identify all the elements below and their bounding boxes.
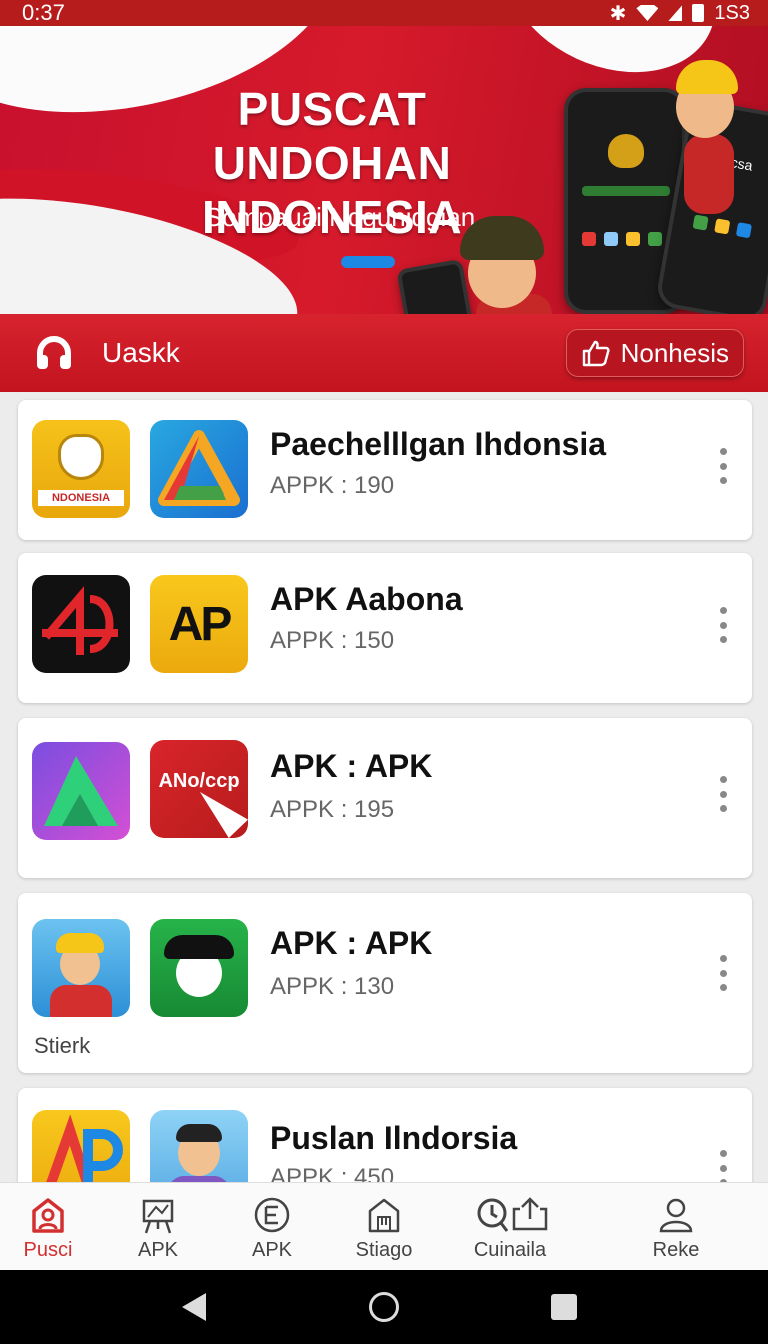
app-icon-purple[interactable] (32, 742, 130, 840)
banner-subtitle: Sompauai Ndgunidgian (204, 202, 476, 232)
nav-label: Pusci (23, 1239, 73, 1261)
app-icon-character[interactable] (32, 919, 130, 1017)
nav-label: Cuinaila (473, 1239, 547, 1261)
garuda-emblem-icon (58, 434, 104, 480)
more-options-icon[interactable] (716, 607, 730, 643)
bottom-navigation: Pusci APK APK Stiago Cuinaila Reke (0, 1182, 768, 1270)
app-subtitle: APPK : 130 (270, 973, 395, 1000)
app-icon-label: ANo/ccp (158, 770, 240, 792)
thumbs-up-icon (582, 340, 610, 367)
home-circle-icon[interactable] (369, 1292, 399, 1322)
app-icon-label: AP (168, 598, 233, 651)
app-icon-black[interactable] (32, 575, 130, 673)
status-bar: 0:37 ✱ 1S3 (0, 0, 768, 26)
mini-app-icon (648, 232, 662, 246)
app-subtitle: APPK : 190 (270, 472, 395, 499)
battery-icon (692, 4, 705, 22)
more-options-icon[interactable] (716, 776, 730, 812)
hero-banner[interactable]: PUSCAT UNDOHAN INDONESIA Sompauai Ndguni… (0, 26, 768, 314)
nav-label: APK (137, 1239, 179, 1261)
nav-label: Reke (652, 1239, 700, 1261)
page-fold-decoration (200, 792, 248, 838)
wifi-icon (636, 5, 659, 21)
status-right-text: 1S3 (714, 1, 750, 24)
app-icon-ap[interactable]: AP (150, 575, 248, 673)
mini-app-icon (714, 218, 731, 235)
headphones-icon[interactable] (34, 333, 74, 373)
character-hat (164, 935, 234, 959)
phone-illustration (396, 258, 474, 314)
garuda-emblem-icon (608, 134, 644, 168)
app-name[interactable]: Puslan Ilndorsia (270, 1120, 517, 1157)
mini-app-icon (735, 222, 753, 239)
toolbar-action-button[interactable]: Nonhesis (565, 329, 744, 377)
signal-icon (668, 5, 683, 21)
search-share-icon (477, 1197, 548, 1232)
user-icon (659, 1198, 693, 1233)
bluetooth-icon: ✱ (609, 2, 627, 25)
nav-item-pusci[interactable]: Pusci (0, 1195, 96, 1262)
home-icon (32, 1198, 64, 1233)
app-name[interactable]: APK : APK (270, 748, 432, 785)
mascot-hat-illustration (676, 60, 738, 94)
app-icon-triangle[interactable] (150, 420, 248, 518)
mini-app-icon (692, 214, 709, 231)
app-icon-red[interactable]: ANo/ccp (150, 740, 248, 838)
red-logo-icon (42, 586, 118, 655)
toolbar-title: Uaskk (102, 337, 180, 368)
more-options-icon[interactable] (716, 448, 730, 484)
list-item[interactable]: NDONESIA Paechelllgan Ihdonsia APPK : 19… (18, 400, 752, 540)
nav-item-apk-2[interactable]: APK (224, 1195, 320, 1262)
system-navigation-bar (0, 1270, 768, 1344)
mini-app-icon (604, 232, 618, 246)
status-time: 0:37 (22, 0, 65, 25)
banner-title-line1: PUSCAT UNDOHAN (212, 83, 452, 189)
a-logo-icon (44, 756, 118, 826)
circle-e-icon (254, 1197, 290, 1233)
nav-item-apk[interactable]: APK (110, 1195, 206, 1262)
nav-item-cuinaila[interactable]: Cuinaila (462, 1195, 558, 1262)
app-icon-indonesia[interactable]: NDONESIA (32, 420, 130, 518)
app-subtitle: APPK : 195 (270, 796, 395, 823)
app-name[interactable]: APK : APK (270, 925, 432, 962)
app-name[interactable]: Paechelllgan Ihdonsia (270, 426, 606, 463)
carousel-indicator[interactable] (341, 256, 395, 268)
toolbar-action-label: Nonhesis (620, 337, 729, 368)
recents-icon[interactable] (551, 1294, 577, 1320)
app-toolbar: Uaskk Nonhesis (0, 314, 768, 392)
mascot-illustration (684, 134, 734, 214)
nav-item-stiago[interactable]: Stiago (336, 1195, 432, 1262)
triangle-logo-icon (158, 430, 240, 506)
app-name[interactable]: APK Aabona (270, 581, 463, 618)
nav-label: Stiago (355, 1239, 413, 1261)
mini-app-icon (582, 232, 596, 246)
more-options-icon[interactable] (716, 1150, 730, 1186)
house-icon (368, 1198, 400, 1233)
easel-icon (142, 1199, 174, 1234)
status-icons: ✱ 1S3 (610, 1, 750, 26)
mini-app-icon (626, 232, 640, 246)
phone-screen-bar (582, 186, 670, 196)
list-item[interactable]: APK : APK APPK : 130 Stierk (18, 893, 752, 1073)
app-subtitle: APPK : 150 (270, 627, 395, 654)
app-icon-cowboy[interactable] (150, 919, 248, 1017)
nav-item-reke[interactable]: Reke (628, 1195, 724, 1262)
more-options-icon[interactable] (716, 955, 730, 991)
app-icon-label: NDONESIA (38, 490, 124, 506)
character-hair (176, 1124, 222, 1142)
character-hat (56, 933, 104, 953)
list-item[interactable]: ANo/ccp APK : APK APPK : 195 (18, 718, 752, 878)
list-item[interactable]: AP APK Aabona APPK : 150 (18, 553, 752, 703)
app-extra-label: Stierk (34, 1033, 91, 1058)
nav-label: APK (251, 1239, 293, 1261)
back-icon[interactable] (182, 1293, 206, 1321)
character-body (50, 985, 112, 1017)
